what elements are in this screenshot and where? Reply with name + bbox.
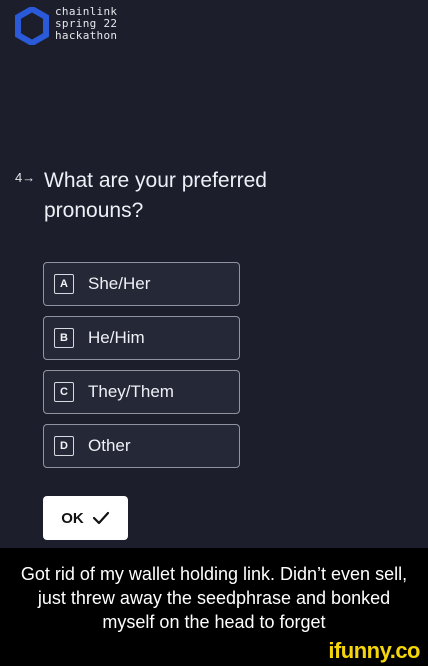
brand-text: chainlink spring 22 hackathon (55, 6, 117, 42)
meme-caption: Got rid of my wallet holding link. Didn’… (20, 564, 408, 632)
option-b[interactable]: B He/Him (43, 316, 240, 360)
option-key: D (54, 436, 74, 456)
ok-button[interactable]: OK (43, 496, 128, 540)
option-a[interactable]: A She/Her (43, 262, 240, 306)
option-d[interactable]: D Other (43, 424, 240, 468)
chainlink-hexagon-icon (15, 7, 49, 45)
ifunny-watermark: ifunny.co (328, 638, 420, 663)
option-label: He/Him (88, 328, 145, 347)
option-label: They/Them (88, 382, 174, 401)
option-c[interactable]: C They/Them (43, 370, 240, 414)
option-key: C (54, 382, 74, 402)
question-text: What are your preferred pronouns? (44, 169, 267, 222)
brand-line-3: hackathon (55, 29, 118, 42)
option-label: Other (88, 436, 131, 455)
question-number: 4→ (15, 170, 36, 185)
option-key: B (54, 328, 74, 348)
option-key: A (54, 274, 74, 294)
option-label: She/Her (88, 274, 151, 293)
checkmark-icon (92, 511, 109, 525)
brand-logo: chainlink spring 22 hackathon (15, 6, 117, 45)
ok-button-label: OK (61, 509, 84, 527)
form-area: chainlink spring 22 hackathon 4→ What ar… (0, 0, 428, 548)
